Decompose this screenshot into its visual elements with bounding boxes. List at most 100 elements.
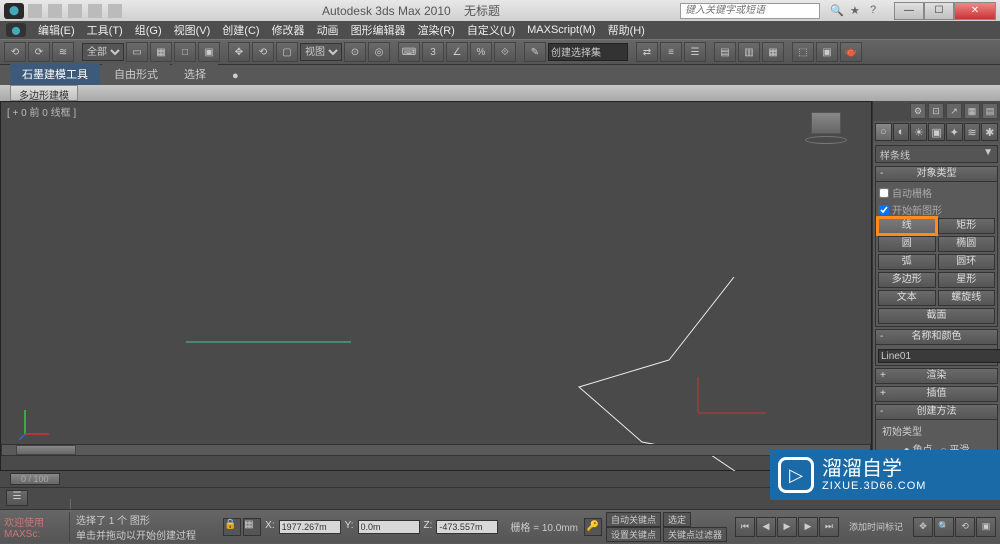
startnewshape-checkbox[interactable]: 开始新图形 [878,201,995,218]
selection-filter-dropdown[interactable]: 全部 [82,43,124,61]
cat-spacewarps-icon[interactable]: ≋ [964,123,981,141]
scale-icon[interactable]: ▢ [276,42,298,62]
select-name-icon[interactable]: ▦ [150,42,172,62]
cat-systems-icon[interactable]: ✱ [981,123,998,141]
cat-cameras-icon[interactable]: ▣ [928,123,945,141]
help-search-input[interactable] [680,3,820,19]
selected-button[interactable]: 选定 [663,512,691,527]
coord-z-input[interactable] [436,520,498,534]
obj-circle-button[interactable]: 圆 [878,236,936,252]
layers-icon[interactable]: ☰ [684,42,706,62]
autogrid-checkbox[interactable]: 自动栅格 [878,184,995,201]
viewcube[interactable] [811,112,841,134]
menu-edit[interactable]: 编辑(E) [38,22,75,38]
maximize-button[interactable]: ☐ [924,2,954,20]
obj-line-button[interactable]: 线 [878,218,936,234]
obj-rectangle-button[interactable]: 矩形 [938,218,996,234]
obj-donut-button[interactable]: 圆环 [938,254,996,270]
named-selset-dropdown[interactable]: 创建选择集 [548,43,628,61]
obj-helix-button[interactable]: 螺旋线 [938,290,996,306]
binoculars-icon[interactable]: 🔍 [830,4,844,18]
cmd-arrow-icon[interactable]: ↗ [946,103,962,119]
star-icon[interactable]: ★ [850,4,864,18]
cmd-gear-icon[interactable]: ⚙ [910,103,926,119]
coord-y-input[interactable] [358,520,420,534]
obj-ellipse-button[interactable]: 椭圆 [938,236,996,252]
coord-x-input[interactable] [279,520,341,534]
render-frame-icon[interactable]: ▣ [816,42,838,62]
time-slider-thumb[interactable]: 0 / 100 [10,473,60,485]
menu-maxscript[interactable]: MAXScript(M) [527,24,595,36]
menu-help[interactable]: 帮助(H) [608,22,645,38]
qat-redo-icon[interactable] [108,4,122,18]
cmd-misc-icon[interactable]: ▤ [982,103,998,119]
rotate-icon[interactable]: ⟲ [252,42,274,62]
viewport-front[interactable]: [ + 0 前 0 线框 ] [0,101,872,471]
subcategory-dropdown[interactable]: 样条线▼ [875,145,998,163]
qat-save-icon[interactable] [68,4,82,18]
edit-selset-icon[interactable]: ✎ [524,42,546,62]
menu-rendering[interactable]: 渲染(R) [418,22,455,38]
cat-shapes-icon[interactable]: ◐ [893,123,910,141]
transform-gizmo[interactable] [696,377,776,417]
lock-icon[interactable]: 🔒 [223,518,241,536]
curve-editor-icon[interactable]: ▤ [714,42,736,62]
app-menu-icon[interactable]: ⬤ [6,23,26,37]
cat-helpers-icon[interactable]: ✦ [946,123,963,141]
close-button[interactable]: ✕ [954,2,996,20]
snap-icon[interactable]: 3 [422,42,444,62]
isolate-icon[interactable]: ▦ [243,518,261,536]
cmd-grid-icon[interactable]: ▦ [964,103,980,119]
viewport-scrollbar-h[interactable] [1,444,871,456]
obj-section-button[interactable]: 截面 [878,308,995,324]
app-logo[interactable]: ⬤ [4,3,24,19]
keyboard-shortcut-icon[interactable]: ⌨ [398,42,420,62]
add-time-tag[interactable]: 添加时间标记 [843,520,909,533]
select-region-icon[interactable]: □ [174,42,196,62]
percent-snap-icon[interactable]: % [470,42,492,62]
mini-curve-icon[interactable]: ☰ [6,490,28,506]
obj-text-button[interactable]: 文本 [878,290,936,306]
qat-open-icon[interactable] [48,4,62,18]
qat-undo-icon[interactable] [88,4,102,18]
window-crossing-icon[interactable]: ▣ [198,42,220,62]
tab-extra[interactable]: ● [220,67,251,85]
tab-freeform[interactable]: 自由形式 [102,63,170,85]
setkey-button[interactable]: 设置关键点 [606,527,661,542]
menu-modifiers[interactable]: 修改器 [272,22,305,38]
subtab-polymodel[interactable]: 多边形建模 [10,85,78,101]
viewport-label[interactable]: [ + 0 前 0 线框 ] [7,104,76,119]
minimize-button[interactable]: — [894,2,924,20]
rollout-namecolor[interactable]: -名称和颜色 [875,329,998,345]
obj-star-button[interactable]: 星形 [938,272,996,288]
menu-create[interactable]: 创建(C) [222,22,259,38]
select-icon[interactable]: ▭ [126,42,148,62]
cat-geometry-icon[interactable]: ○ [875,123,892,141]
mirror-icon[interactable]: ⇄ [636,42,658,62]
keyfilter-button[interactable]: 关键点过滤器 [663,527,727,542]
menu-tools[interactable]: 工具(T) [87,22,123,38]
menu-views[interactable]: 视图(V) [174,22,211,38]
bind-icon[interactable]: ≋ [52,42,74,62]
pivot-icon[interactable]: ⊙ [344,42,366,62]
refcoord-dropdown[interactable]: 视图 [300,43,342,61]
link-icon[interactable]: ⟲ [4,42,26,62]
qat-new-icon[interactable] [28,4,42,18]
unlink-icon[interactable]: ⟳ [28,42,50,62]
obj-arc-button[interactable]: 弧 [878,254,936,270]
manip-icon[interactable]: ◎ [368,42,390,62]
align-icon[interactable]: ≡ [660,42,682,62]
obj-ngon-button[interactable]: 多边形 [878,272,936,288]
move-icon[interactable]: ✥ [228,42,250,62]
angle-snap-icon[interactable]: ∠ [446,42,468,62]
menu-customize[interactable]: 自定义(U) [467,22,515,38]
material-icon[interactable]: ▦ [762,42,784,62]
cmd-pin-icon[interactable]: ⊡ [928,103,944,119]
rollout-objecttype[interactable]: -对象类型 [875,166,998,182]
render-icon[interactable]: 🫖 [840,42,862,62]
rollout-interpolation[interactable]: +插值 [875,386,998,402]
key-icon[interactable]: 🔑 [584,518,602,536]
menu-animation[interactable]: 动画 [317,22,339,38]
tab-selection[interactable]: 选择 [172,63,218,85]
menu-group[interactable]: 组(G) [135,22,162,38]
